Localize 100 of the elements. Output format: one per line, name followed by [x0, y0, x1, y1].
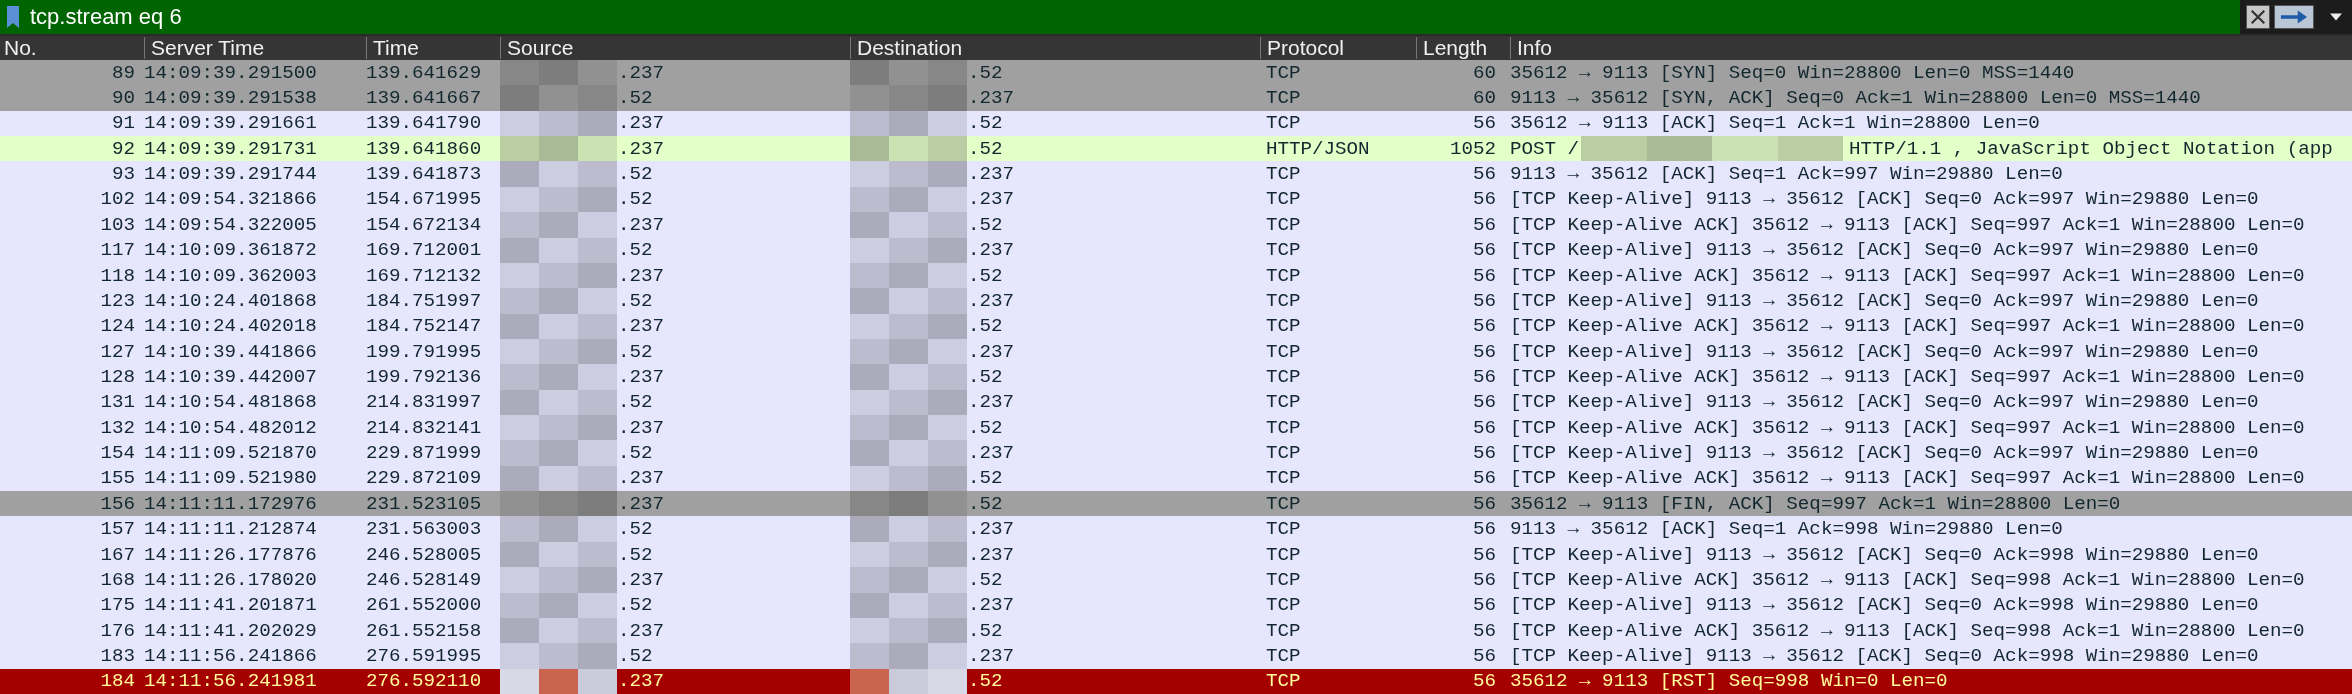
- time-cell-text: 139.641667: [366, 86, 483, 111]
- length-cell-text: 56: [1471, 162, 1497, 187]
- protocol-cell-text: TCP: [1265, 517, 1302, 542]
- info-text: 9113 → 35612 [SYN, ACK] Seq=0 Ack=1 Win=28800 Len=0 MSS=1440: [1510, 87, 2201, 110]
- packet-number: 102: [99, 187, 136, 213]
- protocol-cell-text: TCP: [1265, 466, 1302, 492]
- length-cell-text: 56: [1471, 111, 1497, 137]
- column-header[interactable]: Info: [1510, 37, 2352, 59]
- destination-address: .52: [968, 492, 1003, 515]
- protocol-cell-text: TCP: [1265, 365, 1302, 390]
- length-cell-text: 60: [1471, 60, 1497, 86]
- destination-address: .237: [968, 239, 1015, 262]
- source-address: .237: [618, 467, 665, 490]
- server-time-cell-text: 14:10:24.401868: [144, 288, 318, 314]
- info-text: [TCP Keep-Alive ACK] 35612 → 9113 [ACK] Seq=998 Ack=1 Win=28800 Len=0: [1510, 568, 2305, 591]
- packet-number: 175: [99, 593, 136, 618]
- length-cell-text: 56: [1471, 288, 1497, 314]
- protocol-cell-text: TCP: [1265, 415, 1302, 441]
- source-address: .52: [618, 594, 653, 617]
- packet-number: 131: [99, 390, 136, 416]
- packet-row[interactable]: 92 14:09:39.291731 139.641860 .237 .52 HTTP/JSON 1052 POST / HTTP/1.1 , JavaScript Object Notation (app: [0, 136, 2352, 162]
- protocol-cell-text: TCP: [1265, 618, 1302, 644]
- column-header[interactable]: Server Time: [144, 37, 366, 59]
- info-text: [TCP Keep-Alive ACK] 35612 → 9113 [ACK] Seq=997 Ack=1 Win=28800 Len=0: [1510, 467, 2305, 490]
- length-cell-text: 56: [1471, 365, 1497, 390]
- packet-row[interactable]: 184 14:11:56.241981 276.592110 .237 .52 TCP 56 35612 → 9113 [RST] Seq=998 Win=0 Len=0: [0, 668, 2352, 694]
- packet-row[interactable]: 89 14:09:39.291500 139.641629 .237 .52 TCP 60 35612 → 9113 [SYN] Seq=0 Win=28800 Len=0 MSS=1440: [0, 60, 2352, 86]
- time-cell-text: 169.712001: [366, 238, 483, 263]
- info-text: [TCP Keep-Alive] 9113 → 35612 [ACK] Seq=0 Ack=997 Win=29880 Len=0: [1510, 289, 2259, 312]
- server-time-cell-text: 14:09:39.291661: [144, 111, 318, 137]
- destination-address: .52: [968, 416, 1003, 439]
- length-cell-text: 56: [1471, 441, 1497, 466]
- column-header[interactable]: Length: [1416, 37, 1510, 59]
- length-cell-text: 1052: [1448, 136, 1497, 162]
- source-address: .237: [618, 264, 665, 287]
- column-header[interactable]: Protocol: [1260, 37, 1416, 59]
- time-cell-text: 154.671995: [366, 187, 483, 213]
- destination-address: .52: [968, 315, 1003, 338]
- destination-address: .237: [968, 163, 1015, 186]
- protocol-cell-text: TCP: [1265, 339, 1302, 365]
- protocol-cell-text: TCP: [1265, 162, 1302, 187]
- source-address: .52: [618, 543, 653, 566]
- column-header[interactable]: Time: [366, 37, 500, 59]
- packet-number: 89: [110, 60, 136, 86]
- time-cell-text: 154.672134: [366, 212, 483, 238]
- time-cell-text: 246.528149: [366, 567, 483, 593]
- server-time-cell-text: 14:10:09.362003: [144, 263, 318, 289]
- packet-row[interactable]: 156 14:11:11.172976 231.523105 .237 .52 TCP 56 35612 → 9113 [FIN, ACK] Seq=997 Ack=1 Win=28800 Len=0: [0, 491, 2352, 517]
- protocol-cell-text: TCP: [1265, 238, 1302, 263]
- close-icon: [2249, 8, 2267, 26]
- info-text: [TCP Keep-Alive ACK] 35612 → 9113 [ACK] Seq=997 Ack=1 Win=28800 Len=0: [1510, 366, 2305, 388]
- info-text: [TCP Keep-Alive] 9113 → 35612 [ACK] Seq=0 Ack=997 Win=29880 Len=0: [1510, 188, 2259, 211]
- server-time-cell-text: 14:09:54.322005: [144, 212, 318, 238]
- protocol-cell-text: TCP: [1265, 263, 1302, 289]
- info-text: [TCP Keep-Alive ACK] 35612 → 9113 [ACK] Seq=998 Ack=1 Win=28800 Len=0: [1510, 619, 2305, 642]
- source-address: .52: [618, 163, 653, 186]
- protocol-cell-text: TCP: [1265, 593, 1302, 618]
- server-time-cell-text: 14:09:54.321866: [144, 187, 318, 213]
- apply-filter-button[interactable]: [2274, 5, 2314, 29]
- packet-number: 176: [99, 618, 136, 644]
- protocol-cell-text: TCP: [1265, 60, 1302, 86]
- destination-address: .52: [968, 366, 1003, 388]
- length-cell-text: 56: [1471, 491, 1497, 517]
- packet-number: 128: [99, 365, 136, 390]
- server-time-cell-text: 14:11:09.521980: [144, 466, 318, 492]
- info-text: 9113 → 35612 [ACK] Seq=1 Ack=998 Win=29880 Len=0: [1510, 518, 2063, 541]
- packet-number: 183: [99, 643, 136, 669]
- protocol-cell-text: TCP: [1265, 288, 1302, 314]
- server-time-cell-text: 14:10:54.482012: [144, 415, 318, 441]
- destination-address: .52: [968, 670, 1003, 693]
- length-cell-text: 56: [1471, 643, 1497, 669]
- time-cell-text: 184.751997: [366, 288, 483, 314]
- server-time-cell-text: 14:09:39.291500: [144, 60, 318, 86]
- packet-number: 92: [110, 136, 136, 162]
- packet-number: 90: [110, 86, 136, 111]
- packet-number: 157: [99, 517, 136, 542]
- protocol-cell-text: TCP: [1265, 111, 1302, 137]
- clear-filter-button[interactable]: [2246, 5, 2270, 29]
- server-time-cell-text: 14:10:09.361872: [144, 238, 318, 263]
- column-header[interactable]: Source: [500, 37, 850, 59]
- destination-address: .52: [968, 213, 1003, 236]
- protocol-cell-text: TCP: [1265, 314, 1302, 339]
- dropdown-caret-icon[interactable]: [2330, 13, 2342, 21]
- column-header[interactable]: Destination: [850, 37, 1260, 59]
- source-address: .52: [618, 644, 653, 667]
- source-address: .237: [618, 61, 665, 84]
- source-address: .52: [618, 239, 653, 262]
- protocol-cell-text: TCP: [1265, 567, 1302, 593]
- display-filter-field[interactable]: tcp.stream eq 6: [0, 0, 2352, 36]
- column-header[interactable]: No.: [0, 37, 144, 59]
- packet-number: 127: [99, 339, 136, 365]
- source-address: .52: [618, 340, 653, 363]
- source-address: .237: [618, 315, 665, 338]
- time-cell-text: 246.528005: [366, 542, 483, 568]
- protocol-cell-text: TCP: [1265, 669, 1302, 694]
- packet-row[interactable]: 90 14:09:39.291538 139.641667 .52 .237 TCP 60 9113 → 35612 [SYN, ACK] Seq=0 Ack=1 Win=28800 Len=0 MSS=1440: [0, 85, 2352, 111]
- destination-address: .237: [968, 543, 1015, 566]
- length-cell-text: 60: [1471, 86, 1497, 111]
- time-cell-text: 139.641873: [366, 162, 483, 187]
- time-cell-text: 261.552158: [366, 618, 483, 644]
